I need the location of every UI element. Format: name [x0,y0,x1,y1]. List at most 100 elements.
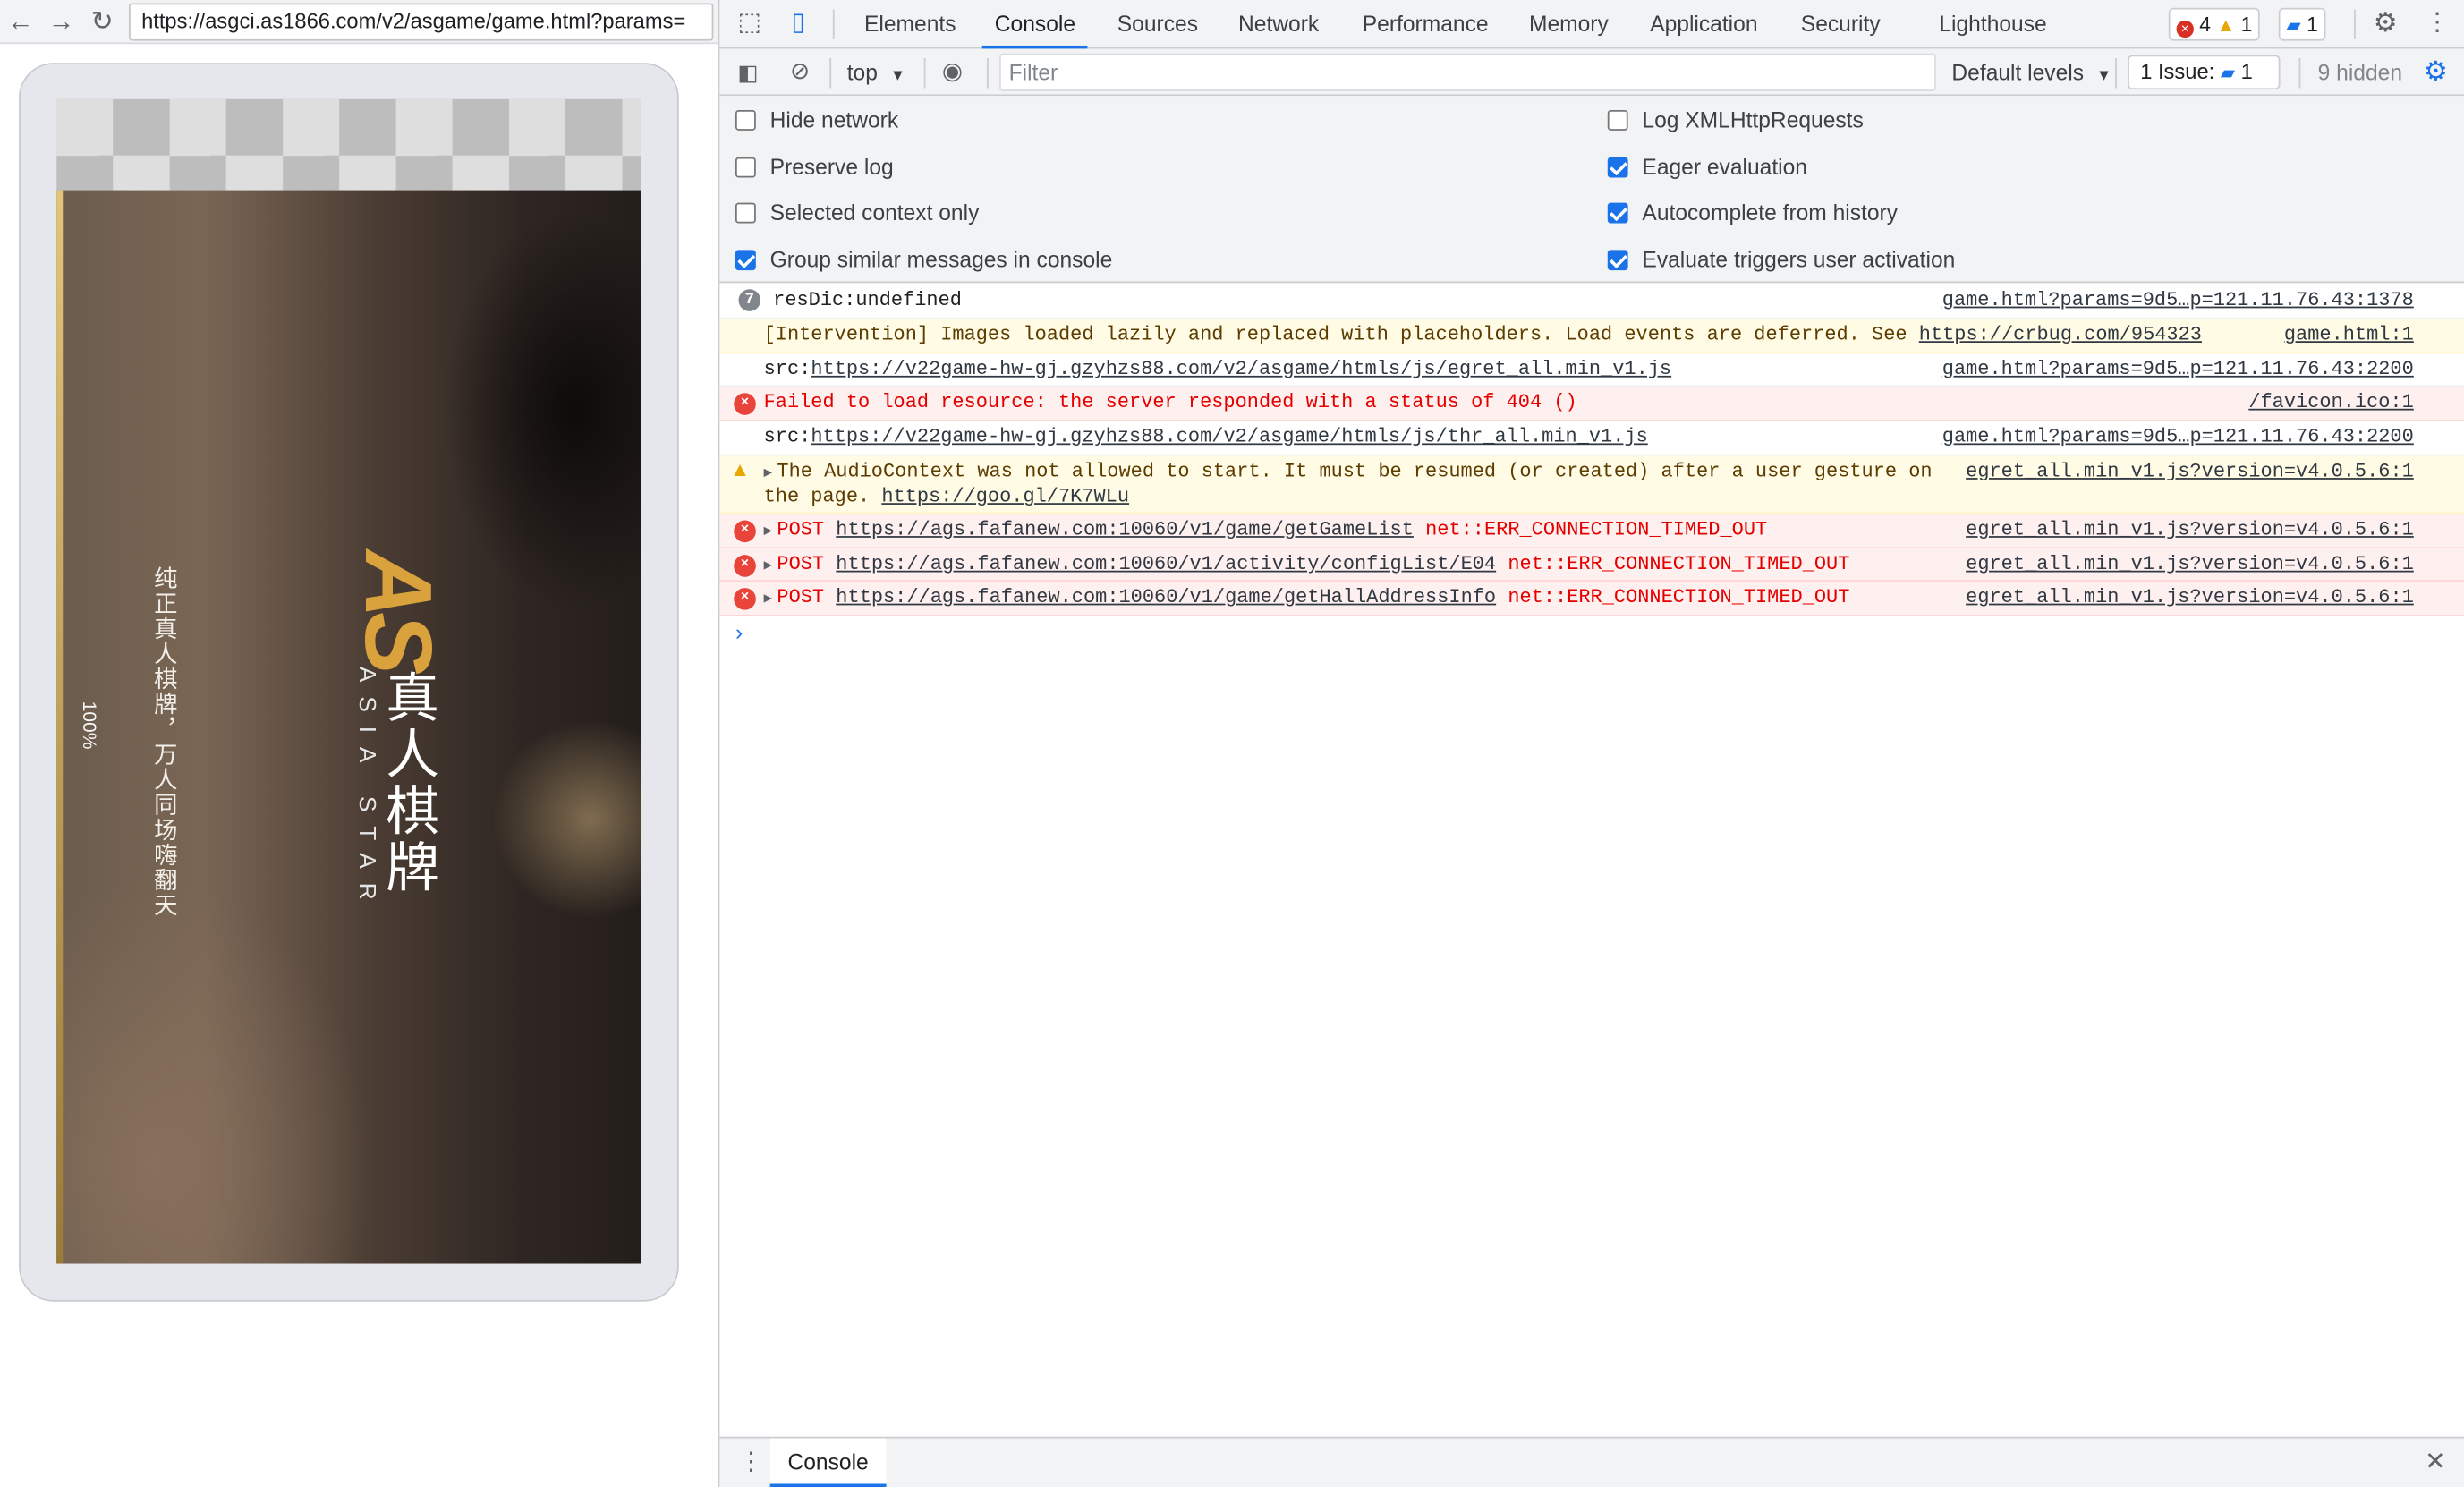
error-warning-counter[interactable]: × 4 ▲ 1 [2168,7,2261,41]
help-link[interactable]: https://goo.gl/7K7WLu [881,486,1129,508]
gear-icon[interactable]: ⚙ [2368,6,2403,41]
message-text: ▶ POST https://ags.fafanew.com:10060/v1/g… [764,586,1850,611]
issues-button[interactable]: 1 Issue: ▰ 1 [2128,55,2281,90]
setting-label: Hide network [769,106,899,132]
setting-label: Log XMLHttpRequests [1642,106,1864,132]
message-source-link[interactable]: egret_all.min_v1.js?version=v4.0.5.6:1 [1966,553,2414,576]
setting-selected-context-only[interactable]: Selected context only [735,193,979,231]
issues-label: 1 Issue: [2140,59,2215,84]
close-icon[interactable]: ✕ [2425,1446,2446,1477]
console-messages: 7 resDic:undefined game.html?params=9d5…p=… [719,284,2464,646]
console-message: × Failed to load resource: the server res… [719,387,2464,421]
tab-memory[interactable]: Memory [1529,0,1609,48]
tab-elements[interactable]: Elements [864,0,956,48]
setting-hide-network[interactable]: Hide network [735,100,898,138]
message-body: Failed to load resource: the server resp… [763,391,1577,414]
tab-sources[interactable]: Sources [1117,0,1198,48]
script-url-link[interactable]: https://v22game-hw-gj.gzyhzs88.com/v2/as… [811,426,1647,448]
console-settings-gear-icon[interactable]: ⚙ [2418,55,2453,89]
console-message: × ▶ POST https://ags.fafanew.com:10060/v1/… [719,582,2464,616]
hidden-count: 9 hidden [2317,59,2403,85]
setting-autocomplete-from-history[interactable]: Autocomplete from history [1607,193,1898,231]
setting-group-similar-messages-in-console[interactable]: Group similar messages in console [735,240,1112,277]
arrow-left-icon[interactable]: ← [4,4,38,41]
divider [832,9,835,39]
setting-preserve-log[interactable]: Preserve log [735,147,894,184]
context-selector[interactable]: top ▼ [847,48,905,96]
error-status: net::ERR_CONNECTION_TIMED_OUT [1508,553,1850,576]
expand-caret-icon[interactable]: ▶ [764,591,773,608]
chevron-down-icon: ▼ [889,67,906,85]
checkbox[interactable] [1607,249,1628,270]
drawer-tab-console[interactable]: Console [769,1438,887,1487]
devtools-tab-bar: ⬚ ▯ Elements Console Sources Network Per… [719,0,2464,49]
log-levels-dropdown[interactable]: Default levels ▼ [1951,48,2111,96]
checkbox[interactable] [735,109,756,131]
console-toolbar: ◧ ⊘ top ▼ ◉ Filter Default levels ▼ 1 Is… [719,48,2464,97]
checkbox[interactable] [735,249,756,270]
arrow-right-icon[interactable]: → [44,4,79,41]
checkbox[interactable] [735,202,756,224]
request-method: POST [777,586,825,608]
message-source-link[interactable]: /favicon.ico:1 [2248,391,2413,414]
request-method: POST [777,553,825,576]
setting-log-xmlhttprequests[interactable]: Log XMLHttpRequests [1607,100,1864,138]
setting-label: Eager evaluation [1642,153,1807,179]
console-prompt-icon[interactable]: › [735,619,743,644]
message-source-link[interactable]: game.html?params=9d5…p=121.11.76.43:1378 [1942,289,2414,312]
eye-icon[interactable]: ◉ [935,55,970,89]
message-text: [Intervention] Images loaded lazily and … [764,324,2202,347]
reload-icon[interactable]: ↻ [85,4,120,41]
tab-network[interactable]: Network [1238,0,1319,48]
filter-input[interactable]: Filter [999,53,1936,91]
help-link[interactable]: https://crbug.com/954323 [1919,324,2202,346]
logo-mark: AS [345,549,452,669]
drawer-menu-icon[interactable]: ⋮ [738,1446,763,1477]
request-url-link[interactable]: https://ags.fafanew.com:10060/v1/game/ge… [836,586,1496,608]
setting-label: Preserve log [769,153,894,179]
script-url-link[interactable]: https://v22game-hw-gj.gzyhzs88.com/v2/as… [811,359,1671,381]
sidebar-toggle-icon[interactable]: ◧ [731,55,766,89]
device-toolbar-icon[interactable]: ▯ [781,6,816,41]
divider [923,58,926,89]
log-levels-label: Default levels [1951,59,2085,85]
tab-performance[interactable]: Performance [1363,0,1489,48]
checkbox[interactable] [1607,109,1628,131]
tab-console[interactable]: Console [981,0,1089,49]
clear-console-icon[interactable]: ⊘ [783,55,818,89]
checkbox[interactable] [735,156,756,177]
tab-lighthouse[interactable]: Lighthouse [1939,0,2046,48]
divider [987,58,989,89]
tab-application[interactable]: Application [1650,0,1757,48]
message-source-link[interactable]: game.html?params=9d5…p=121.11.76.43:2200 [1942,426,2414,449]
url-input[interactable]: https://asgci.as1866.com/v2/asgame/game.… [129,3,714,41]
expand-caret-icon[interactable]: ▶ [764,523,773,540]
console-message: 7 resDic:undefined game.html?params=9d5…p=… [719,284,2464,319]
divider [2115,58,2117,89]
warning-icon: ▲ [2216,13,2236,37]
setting-evaluate-triggers-user-activation[interactable]: Evaluate triggers user activation [1607,240,1956,277]
console-message: src:https://v22game-hw-gj.gzyhzs88.com/v… [719,353,2464,387]
checkbox[interactable] [1607,202,1628,224]
setting-eager-evaluation[interactable]: Eager evaluation [1607,147,1807,184]
context-label: top [846,59,878,85]
tab-security[interactable]: Security [1801,0,1881,48]
message-source-link[interactable]: egret_all.min_v1.js?version=v4.0.5.6:1 [1966,461,2414,484]
warning-icon: ▲ [734,459,746,483]
message-source-link[interactable]: game.html:1 [2284,324,2414,347]
inspect-element-icon[interactable]: ⬚ [732,6,767,41]
message-source-link[interactable]: egret_all.min_v1.js?version=v4.0.5.6:1 [1966,586,2414,609]
message-source-link[interactable]: egret_all.min_v1.js?version=v4.0.5.6:1 [1966,519,2414,542]
chevron-down-icon: ▼ [2095,67,2112,85]
message-counter[interactable]: ▰ 1 [2278,7,2326,41]
expand-caret-icon[interactable]: ▶ [764,465,773,481]
request-url-link[interactable]: https://ags.fafanew.com:10060/v1/activit… [836,553,1496,575]
setting-label: Evaluate triggers user activation [1642,245,1956,272]
request-url-link[interactable]: https://ags.fafanew.com:10060/v1/game/ge… [836,519,1414,541]
message-body: [Intervention] Images loaded lazily and … [763,323,1919,346]
expand-caret-icon[interactable]: ▶ [764,558,773,574]
more-options-icon[interactable]: ⋮ [2420,6,2455,41]
error-icon: × [2176,20,2194,38]
checkbox[interactable] [1607,156,1628,177]
message-source-link[interactable]: game.html?params=9d5…p=121.11.76.43:2200 [1942,359,2414,382]
